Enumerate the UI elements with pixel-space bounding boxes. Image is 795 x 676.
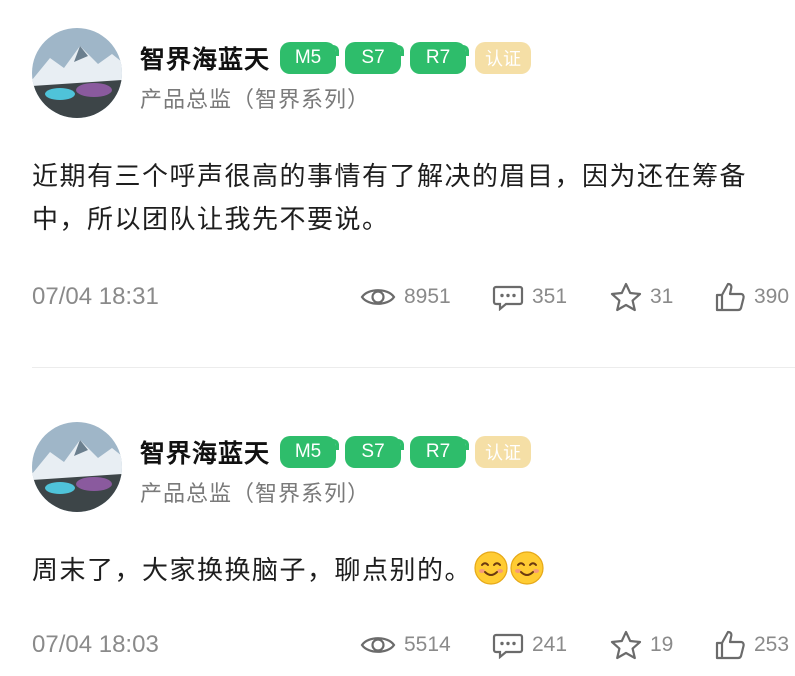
- author-name[interactable]: 智界海蓝天: [140, 434, 270, 470]
- likes-stat[interactable]: 390: [714, 282, 789, 312]
- likes-stat[interactable]: 253: [714, 630, 789, 660]
- smiling-face-emoji-icon: [510, 551, 544, 585]
- post-card[interactable]: 智界海蓝天 M5 S7 R7 认证 产品总监（智界系列） 近期有三个呼声很高的事…: [0, 0, 795, 367]
- post-time: 07/04 18:31: [32, 283, 159, 310]
- comments-stat[interactable]: 241: [492, 630, 567, 660]
- badge-m5[interactable]: M5: [280, 436, 340, 468]
- badge-verified[interactable]: 认证: [475, 436, 532, 468]
- post-text: 周末了，大家换换脑子，聊点别的。: [32, 556, 473, 586]
- avatar-image: [32, 422, 122, 512]
- badge-r7[interactable]: R7: [410, 436, 470, 468]
- likes-count: 390: [754, 285, 790, 308]
- views-count: 8951: [404, 285, 451, 308]
- favorites-stat[interactable]: 19: [610, 630, 673, 660]
- avatar[interactable]: [32, 28, 122, 118]
- author-role: 产品总监（智界系列）: [140, 482, 371, 507]
- post-divider: [32, 367, 795, 368]
- post-meta: 07/04 18:03 5514 241 19 253: [32, 630, 795, 660]
- badge-s7[interactable]: S7: [345, 436, 405, 468]
- badge-m5[interactable]: M5: [280, 42, 340, 74]
- comment-icon: [492, 633, 524, 659]
- badge-s7[interactable]: S7: [345, 42, 405, 74]
- comments-count: 241: [532, 633, 568, 656]
- favorites-count: 31: [650, 285, 674, 308]
- smiling-face-emoji-icon: [474, 551, 508, 585]
- likes-count: 253: [754, 633, 790, 656]
- favorites-count: 19: [650, 633, 674, 656]
- favorites-stat[interactable]: 31: [610, 282, 673, 312]
- author-row: 智界海蓝天 M5 S7 R7 认证: [140, 38, 540, 78]
- author-name[interactable]: 智界海蓝天: [140, 40, 270, 76]
- badge-r7[interactable]: R7: [410, 42, 470, 74]
- views-stat: 5514: [360, 630, 451, 660]
- comments-count: 351: [532, 285, 568, 308]
- thumbs-up-icon: [715, 282, 745, 312]
- author-row: 智界海蓝天 M5 S7 R7 认证: [140, 432, 540, 472]
- author-role: 产品总监（智界系列）: [140, 88, 371, 113]
- eye-icon: [360, 289, 396, 305]
- views-count: 5514: [404, 633, 451, 656]
- badge-verified[interactable]: 认证: [475, 42, 532, 74]
- thumbs-up-icon: [715, 630, 745, 660]
- star-icon: [610, 282, 642, 312]
- star-icon: [610, 630, 642, 660]
- views-stat: 8951: [360, 282, 451, 312]
- comment-icon: [492, 285, 524, 311]
- post-meta: 07/04 18:31 8951 351 31 390: [32, 282, 795, 312]
- avatar-image: [32, 28, 122, 118]
- comments-stat[interactable]: 351: [492, 282, 567, 312]
- avatar[interactable]: [32, 422, 122, 512]
- post-text: 近期有三个呼声很高的事情有了解决的眉目，因为还在筹备中，所以团队让我先不要说。: [32, 162, 748, 235]
- post-card[interactable]: 智界海蓝天 M5 S7 R7 认证 产品总监（智界系列） 周末了，大家换换脑子，…: [0, 392, 795, 676]
- eye-icon: [360, 637, 396, 653]
- post-body: 周末了，大家换换脑子，聊点别的。: [32, 550, 782, 593]
- post-time: 07/04 18:03: [32, 631, 159, 658]
